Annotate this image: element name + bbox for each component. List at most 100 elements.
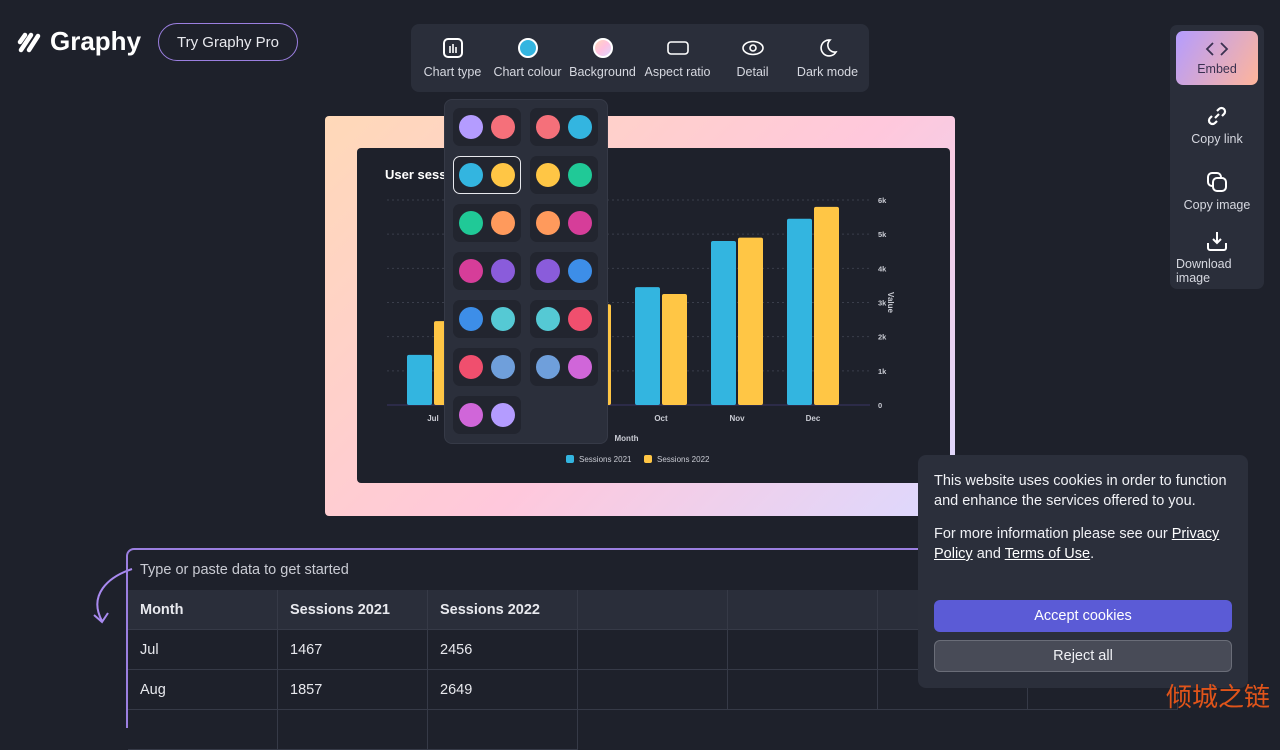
dark-mode-button[interactable]: Dark mode (790, 37, 865, 79)
download-image-label: Download image (1176, 256, 1232, 285)
moon-icon (817, 37, 839, 59)
graphy-logo[interactable]: Graphy (16, 26, 141, 57)
y-tick-label: 1k (878, 367, 887, 376)
table-cell[interactable] (278, 710, 428, 750)
table-cell[interactable]: Jul (128, 630, 278, 670)
background-button[interactable]: Background (565, 37, 640, 79)
share-panel: Embed Copy link Copy image Download imag… (1170, 25, 1264, 289)
color-dot-icon (592, 38, 613, 58)
palette-option[interactable] (453, 156, 521, 194)
table-cell[interactable]: 1467 (278, 630, 428, 670)
palette-option[interactable] (453, 204, 521, 242)
bar (787, 218, 812, 405)
column-header[interactable]: Month (128, 590, 278, 630)
terms-link[interactable]: Terms of Use (1005, 546, 1090, 562)
color-swatch-icon (459, 355, 483, 379)
y-tick-label: 3k (878, 299, 887, 308)
column-header[interactable] (578, 590, 728, 630)
chart-type-button[interactable]: Chart type (415, 37, 490, 79)
palette-option[interactable] (530, 252, 598, 290)
link-icon (1207, 106, 1227, 125)
bar (662, 293, 687, 405)
try-pro-button[interactable]: Try Graphy Pro (158, 23, 298, 61)
y-tick-label: 2k (878, 333, 887, 342)
download-image-button[interactable]: Download image (1176, 229, 1258, 285)
tool-label: Aspect ratio (644, 65, 711, 79)
legend-swatch (644, 455, 652, 463)
table-cell[interactable]: Aug (128, 670, 278, 710)
palette-option[interactable] (453, 108, 521, 146)
cookie-banner: This website uses cookies in order to fu… (918, 455, 1248, 688)
color-swatch-icon (491, 259, 515, 283)
cookie-period: . (1090, 546, 1095, 562)
tool-label: Chart colour (493, 65, 562, 79)
column-header[interactable]: Sessions 2022 (428, 590, 578, 630)
color-swatch-icon (568, 211, 592, 235)
table-cell[interactable]: 2649 (428, 670, 578, 710)
table-cell[interactable] (428, 710, 578, 750)
rectangle-icon (666, 37, 689, 59)
x-tick-label: Nov (729, 414, 745, 423)
table-cell[interactable] (728, 630, 878, 670)
palette-option[interactable] (530, 204, 598, 242)
cookie-more-info: For more information please see our Priv… (934, 524, 1232, 564)
table-cell[interactable]: 2456 (428, 630, 578, 670)
table-cell[interactable]: 1857 (278, 670, 428, 710)
y-tick-label: 5k (878, 230, 887, 239)
palette-option[interactable] (530, 156, 598, 194)
accept-cookies-button[interactable]: Accept cookies (934, 600, 1232, 632)
y-tick-label: 4k (878, 264, 887, 273)
copy-image-label: Copy image (1183, 197, 1251, 212)
embed-label: Embed (1197, 61, 1237, 76)
bar (738, 237, 763, 405)
copy-link-button[interactable]: Copy link (1176, 97, 1258, 153)
palette-option[interactable] (453, 348, 521, 386)
color-swatch-icon (536, 163, 560, 187)
reject-all-button[interactable]: Reject all (934, 640, 1232, 672)
color-swatch-icon (536, 307, 560, 331)
cookie-text: This website uses cookies in order to fu… (934, 473, 1227, 509)
legend-swatch (566, 455, 574, 463)
y-axis-label: Value (886, 292, 895, 313)
table-cell[interactable] (728, 670, 878, 710)
color-swatch-icon (568, 259, 592, 283)
bar (407, 354, 432, 405)
color-swatch-icon (459, 307, 483, 331)
palette-option[interactable] (530, 348, 598, 386)
table-cell[interactable] (128, 710, 278, 750)
download-icon (1207, 231, 1227, 251)
cookie-more-text: For more information please see our (934, 526, 1172, 542)
copy-icon (1207, 171, 1227, 192)
bar (635, 287, 660, 405)
palette-option[interactable] (530, 108, 598, 146)
embed-button[interactable]: Embed (1176, 31, 1258, 85)
copy-image-button[interactable]: Copy image (1176, 163, 1258, 219)
table-cell[interactable] (578, 670, 728, 710)
column-header[interactable]: Sessions 2021 (278, 590, 428, 630)
column-header[interactable] (728, 590, 878, 630)
palette-option[interactable] (453, 396, 521, 434)
bar (711, 241, 736, 405)
palette-option[interactable] (453, 300, 521, 338)
detail-button[interactable]: Detail (715, 37, 790, 79)
colour-palette-popup (444, 99, 608, 444)
color-swatch-icon (491, 307, 515, 331)
color-swatch-icon (568, 115, 592, 139)
chart-toolbar: Chart type Chart colour Background Aspec… (411, 24, 869, 92)
palette-option[interactable] (453, 252, 521, 290)
tool-label: Chart type (423, 65, 482, 79)
aspect-ratio-button[interactable]: Aspect ratio (640, 37, 715, 79)
table-cell[interactable] (578, 630, 728, 670)
chart-colour-button[interactable]: Chart colour (490, 37, 565, 79)
palette-option[interactable] (530, 300, 598, 338)
color-dot-icon (517, 38, 538, 58)
color-swatch-icon (459, 115, 483, 139)
code-icon (1205, 41, 1229, 56)
color-swatch-icon (491, 355, 515, 379)
color-swatch-icon (568, 163, 592, 187)
legend-label: Sessions 2022 (657, 455, 710, 464)
color-swatch-icon (491, 115, 515, 139)
bar (814, 206, 839, 405)
copy-link-label: Copy link (1191, 131, 1243, 146)
bar-chart-icon (442, 37, 464, 59)
